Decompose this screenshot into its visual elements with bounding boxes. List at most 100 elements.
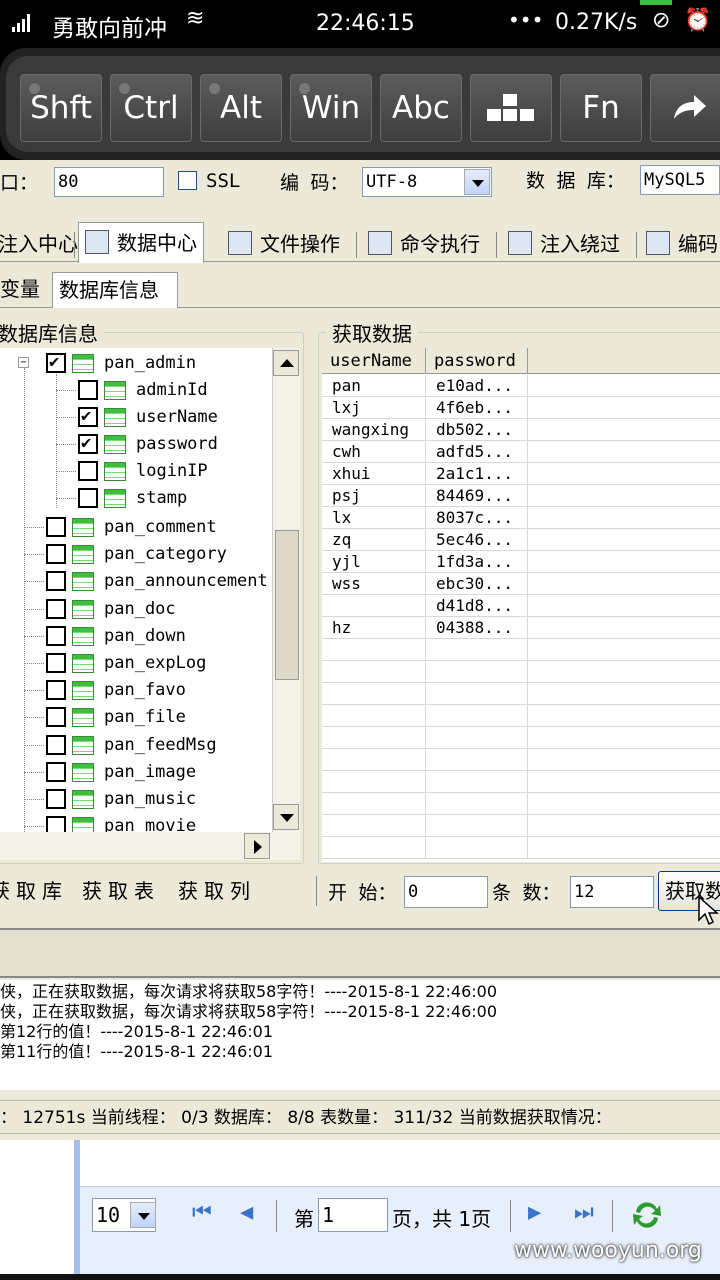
main-tabs: 注入中心 数据中心 文件操作 命令执行 注入绕过 编码 [0,222,720,263]
table-icon [72,762,94,782]
table-icon [72,545,94,565]
tab-encoding[interactable]: 编码 [640,228,720,262]
subtab-database-info[interactable]: 数据库信息 [52,272,178,308]
database-select[interactable]: MySQL5 [640,165,720,195]
column-checkbox[interactable] [78,430,98,457]
table-checkbox[interactable] [46,680,66,701]
column-header-password[interactable]: password [426,348,528,374]
statistics-status-bar: ： 12751s 当前线程： 0/3 数据库： 8/8 表数量： 311/32 … [0,1100,720,1134]
table-checkbox[interactable] [46,544,66,565]
shift-key[interactable]: Shft [20,74,102,142]
table-checkbox[interactable] [46,571,66,592]
keyboard-layout-key[interactable] [470,74,552,142]
console-icon [368,231,392,255]
get-database-button[interactable]: 获取库 [0,871,68,911]
cell-password [426,793,528,815]
alt-key[interactable]: Alt [200,74,282,142]
last-page-icon[interactable]: ⏭ [574,1200,594,1225]
log-line: 第12行的值！----2015-8-1 22:46:01 [0,1022,274,1041]
action-row: 获取库 获取表 获取列 开 始： 0 条 数： 12 获取数据 [0,868,720,926]
cell-username [322,639,426,661]
cell-password: ebc30... [426,573,528,595]
database-info-title: 数据库信息 [0,318,104,347]
ctrl-key[interactable]: Ctrl [110,74,192,142]
table-checkbox[interactable] [46,816,66,832]
cell-password [426,749,528,771]
table-checkbox[interactable] [46,761,66,782]
port-input[interactable]: 80 [54,167,164,197]
scroll-up-icon[interactable] [273,350,299,376]
file-edit-icon [228,231,252,255]
cell-username [322,749,426,771]
get-tables-button[interactable]: 获取表 [82,871,160,911]
scroll-right-icon[interactable] [244,833,270,859]
start-input[interactable]: 0 [404,876,488,908]
copy-icon [646,231,670,255]
cell-username: lxj [322,397,426,419]
cell-password: 2a1c1... [426,463,528,485]
scroll-down-icon[interactable] [273,804,299,830]
page-number-input[interactable]: 1 [318,1198,388,1232]
page-size-dropdown-icon[interactable] [130,1202,156,1228]
scroll-thumb[interactable] [275,530,299,680]
forward-key[interactable] [650,74,720,142]
get-columns-button[interactable]: 获取列 [178,871,256,911]
blocks-icon [487,94,534,121]
table-checkbox[interactable] [46,789,66,809]
tab-injection-center[interactable]: 注入中心 [0,228,84,262]
table-icon [72,599,94,619]
table-checkbox[interactable] [46,707,66,728]
subtab-variables[interactable]: 变量 [0,272,46,308]
table-checkbox[interactable] [46,734,66,755]
more-indicator: ••• [508,8,544,32]
progress-area [0,928,720,978]
cell-username [322,595,426,617]
abc-key[interactable]: Abc [380,74,462,142]
table-checkbox[interactable] [46,625,66,646]
network-speed: 0.27K/s [555,10,638,35]
ssl-checkbox[interactable] [178,171,197,190]
collapse-icon[interactable]: − [18,357,29,368]
refresh-icon[interactable] [630,1198,664,1232]
tree-vertical-scrollbar[interactable] [272,348,300,832]
table-checkbox[interactable] [46,517,66,537]
wifi-icon: ≋ [186,6,205,31]
count-input[interactable]: 12 [570,876,654,908]
column-checkbox[interactable] [78,488,98,508]
cell-username [322,661,426,683]
column-icon [104,435,126,454]
column-icon [104,462,126,481]
injection-tool-window: 口： 80 SSL 编 码： UTF-8 数 据 库： MySQL5 注入中心 … [0,160,720,1280]
cell-username: zq [322,529,426,551]
table-icon [72,817,94,832]
encoding-dropdown-icon[interactable] [464,169,490,195]
tab-command-exec[interactable]: 命令执行 [362,228,486,262]
fn-key[interactable]: Fn [560,74,642,142]
tab-file-operations[interactable]: 文件操作 [222,228,346,262]
cell-username [322,793,426,815]
next-page-icon[interactable]: ▶ [528,1200,541,1225]
first-page-icon[interactable]: ⏮ [192,1200,212,1225]
cell-password [426,815,528,837]
page-total: 页，共 1页 [392,1207,492,1231]
page-prefix: 第 [294,1207,314,1231]
column-checkbox[interactable] [78,403,98,430]
column-checkbox[interactable] [78,380,98,400]
log-panel: 侠，正在获取数据，每次请求将获取58字符！----2015-8-1 22:46:… [0,980,720,1090]
cell-password [426,837,528,859]
tab-data-center[interactable]: 数据中心 [78,222,204,263]
table-checkbox[interactable] [46,653,66,673]
win-key[interactable]: Win [290,74,372,142]
database-label: 数 据 库： [526,170,625,192]
table-checkbox[interactable] [46,598,66,619]
tab-injection-bypass[interactable]: 注入绕过 [502,228,626,262]
cell-username [322,683,426,705]
cell-username [322,771,426,793]
tree-horizontal-scrollbar[interactable] [0,832,300,860]
column-header-username[interactable]: userName [322,348,426,374]
prev-page-icon[interactable]: ◀ [240,1200,253,1225]
port-label: 口： [0,172,39,194]
table-icon [72,626,94,646]
column-checkbox[interactable] [78,461,98,481]
column-icon [104,489,126,508]
